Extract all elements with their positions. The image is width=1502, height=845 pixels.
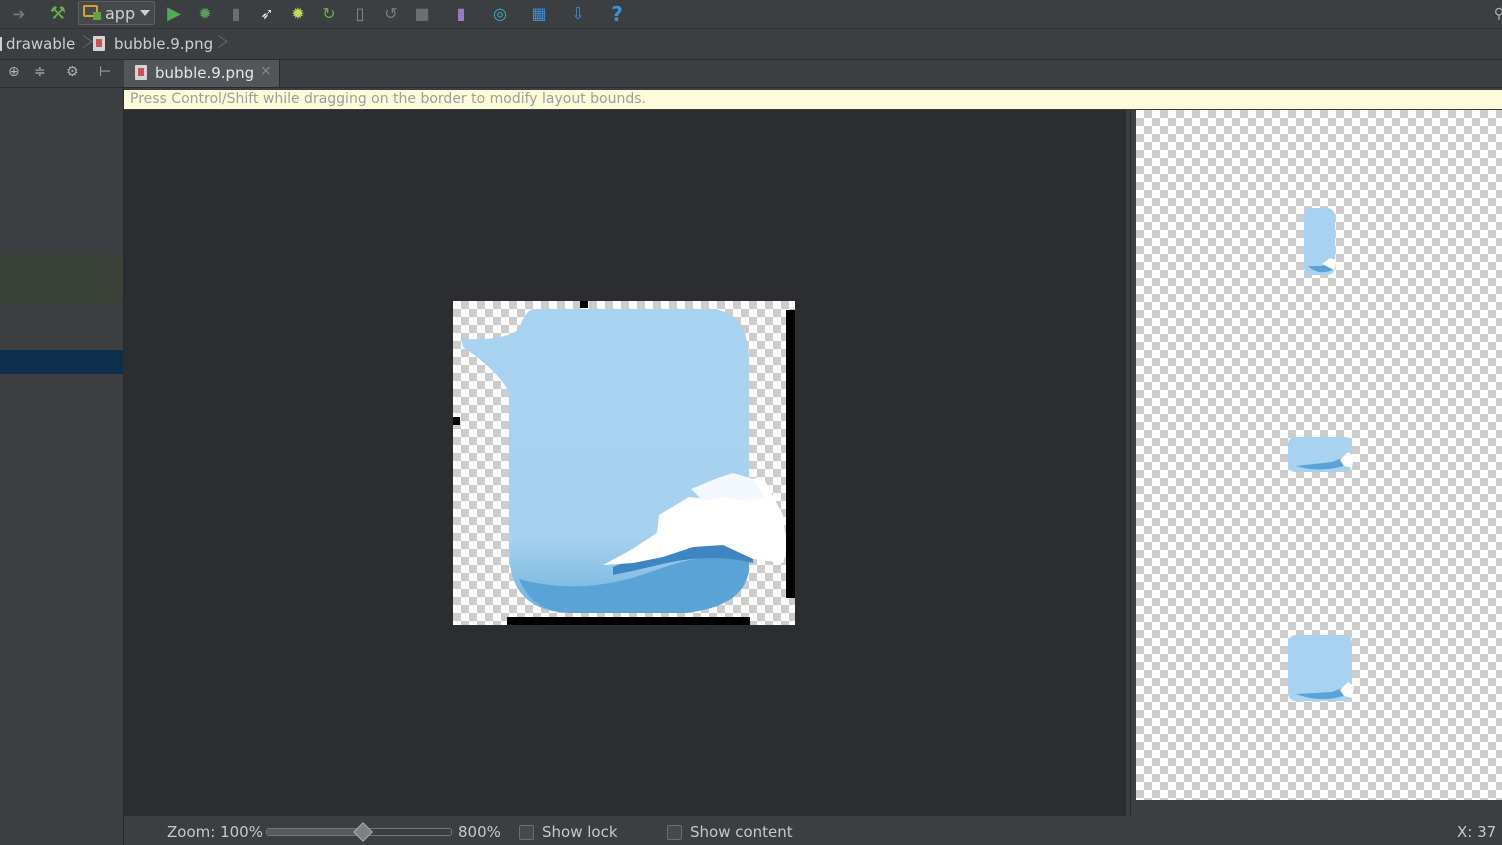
build-hammer-icon[interactable]: ⚒ — [47, 3, 69, 25]
coverage-icon[interactable]: ▮ — [225, 3, 247, 25]
debug-icon[interactable]: ✹ — [194, 3, 216, 25]
zoom-slider[interactable] — [266, 822, 452, 842]
run-icon[interactable]: ▶ — [163, 3, 185, 25]
chevron-down-icon — [140, 10, 150, 16]
padding-marker-bottom[interactable] — [507, 617, 750, 625]
project-tree-highlight-row[interactable] — [0, 254, 123, 302]
zoom-max-label: 800% — [458, 823, 501, 841]
breadcrumb-separator — [78, 32, 88, 54]
both-stretch-preview — [1288, 635, 1354, 701]
show-lock-checkbox[interactable] — [519, 825, 534, 840]
padding-marker-right[interactable] — [786, 310, 795, 598]
preview-bubbles — [1288, 208, 1354, 701]
sdk-manager-icon[interactable]: ⇩ — [567, 3, 589, 25]
preview-pane-footer — [1136, 800, 1502, 816]
cursor-coordinates: X: 37 p — [1457, 823, 1502, 841]
zoom-label: Zoom: 100% — [167, 823, 263, 841]
search-icon[interactable]: ⚲ — [1488, 3, 1502, 25]
stretch-marker-left[interactable] — [453, 417, 460, 425]
rerun-icon[interactable]: ↺ — [380, 3, 402, 25]
editor-tab-bar: ⊕ ≑ ⚙ ⊢ bubble.9.png × — [0, 60, 1502, 88]
avd-manager-icon[interactable]: ▮ — [450, 3, 472, 25]
help-icon[interactable]: ? — [606, 3, 628, 25]
gear-icon[interactable]: ⚙ — [66, 64, 79, 80]
run-configuration-label: app — [105, 4, 136, 23]
show-content-checkbox[interactable] — [667, 825, 682, 840]
zoom-slider-fill — [267, 829, 363, 835]
nine-patch-status-bar: Zoom: 100% 800% Show lock Show content X… — [124, 816, 1502, 845]
zoom-slider-thumb[interactable] — [353, 822, 373, 842]
run-configuration-select[interactable]: app — [78, 1, 155, 25]
show-content-label[interactable]: Show content — [690, 823, 793, 841]
breadcrumb-separator — [213, 32, 223, 54]
tab-bubble-png[interactable]: bubble.9.png × — [124, 60, 280, 87]
stretch-preview-pane — [1136, 110, 1502, 800]
breadcrumb: drawable bubble.9.png — [0, 29, 1502, 60]
breadcrumb-folder-label: drawable — [6, 35, 76, 53]
attach-debugger-icon[interactable]: ▯ — [349, 3, 371, 25]
back-arrow-icon[interactable]: ➔ — [8, 3, 30, 25]
jrebel-reload-icon[interactable]: ↻ — [318, 3, 340, 25]
png-file-icon — [93, 36, 105, 51]
tab-label: bubble.9.png — [155, 64, 255, 82]
jrebel-debug-icon[interactable]: ✹ — [287, 3, 309, 25]
locate-icon[interactable]: ⊕ — [8, 64, 20, 80]
breadcrumb-file[interactable]: bubble.9.png — [114, 35, 213, 53]
sync-project-icon[interactable]: ◎ — [489, 3, 511, 25]
horizontal-stretch-preview — [1288, 437, 1354, 472]
collapse-all-icon[interactable]: ≑ — [34, 64, 46, 80]
folder-icon — [0, 37, 2, 51]
jrebel-run-icon[interactable]: ➶ — [256, 3, 278, 25]
nine-patch-image[interactable] — [453, 301, 795, 625]
hint-text: Press Control/Shift while dragging on th… — [130, 91, 646, 107]
bubble-image — [461, 309, 787, 613]
hide-panel-icon[interactable]: ⊢ — [99, 64, 111, 80]
project-tree-panel — [0, 88, 124, 845]
editor-hint-bar: Press Control/Shift while dragging on th… — [124, 90, 1502, 109]
preview-splitter[interactable] — [1126, 110, 1136, 816]
stretch-marker-top[interactable] — [580, 301, 588, 308]
breadcrumb-folder-drawable[interactable]: drawable — [0, 35, 75, 53]
project-structure-icon[interactable]: ▦ — [528, 3, 550, 25]
project-panel-tools: ⊕ ≑ ⚙ ⊢ — [0, 60, 123, 87]
show-lock-label[interactable]: Show lock — [542, 823, 618, 841]
png-file-icon — [135, 65, 147, 80]
close-icon[interactable]: × — [260, 63, 272, 79]
vertical-stretch-preview — [1304, 208, 1336, 275]
main-toolbar: ➔ ⚒ app ▶ ✹ ▮ ➶ ✹ ↻ ▯ ↺ ■ ▮ ◎ ▦ ⇩ ? ⚲ — [0, 0, 1502, 29]
stop-icon[interactable]: ■ — [411, 3, 433, 25]
project-tree-selected-row[interactable] — [0, 350, 123, 374]
app-config-icon — [83, 5, 101, 20]
